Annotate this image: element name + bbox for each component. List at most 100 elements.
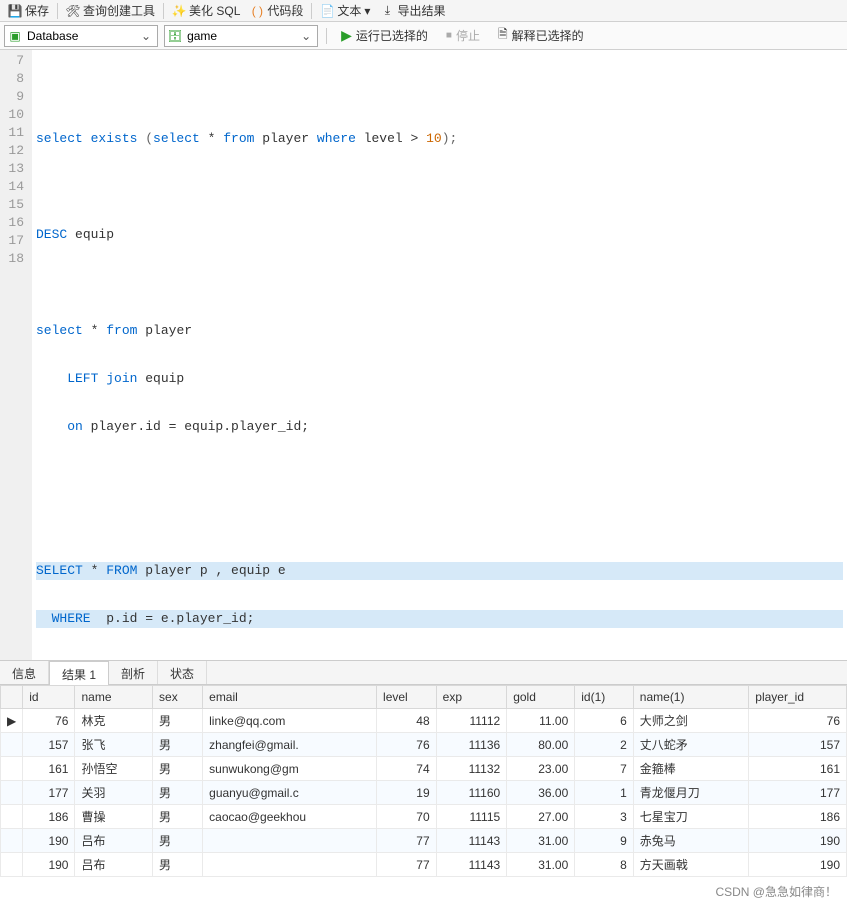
table-row[interactable]: 157张飞男zhangfei@gmail.761113680.002丈八蛇矛15… <box>1 733 847 757</box>
snippet-button[interactable]: ( ) 代码段 <box>246 0 307 21</box>
schema-dropdown[interactable]: 🗄 ⌄ <box>164 25 318 47</box>
cell-id[interactable]: 161 <box>23 757 75 781</box>
col-exp[interactable]: exp <box>436 686 507 709</box>
export-button[interactable]: ⤓ 导出结果 <box>376 0 449 21</box>
cell-level[interactable]: 48 <box>377 709 437 733</box>
cell-gold[interactable]: 31.00 <box>507 829 575 853</box>
cell-level[interactable]: 74 <box>377 757 437 781</box>
cell-player_id[interactable]: 186 <box>749 805 847 829</box>
col-gold[interactable]: gold <box>507 686 575 709</box>
cell-exp[interactable]: 11143 <box>436 829 507 853</box>
cell-id[interactable]: 186 <box>23 805 75 829</box>
save-button[interactable]: 💾 保存 <box>4 0 53 21</box>
cell-name[interactable]: 吕布 <box>75 829 153 853</box>
code-area[interactable]: select exists (select * from player wher… <box>32 50 847 660</box>
table-row[interactable]: 161孙悟空男sunwukong@gm741113223.007金箍棒161 <box>1 757 847 781</box>
result-grid[interactable]: idnamesexemaillevelexpgoldid(1)name(1)pl… <box>0 685 847 877</box>
cell-email[interactable]: sunwukong@gm <box>203 757 377 781</box>
tab-result1[interactable]: 结果 1 <box>49 661 109 685</box>
cell-player_id[interactable]: 76 <box>749 709 847 733</box>
col-level[interactable]: level <box>377 686 437 709</box>
cell-id(1)[interactable]: 9 <box>575 829 634 853</box>
cell-id(1)[interactable]: 2 <box>575 733 634 757</box>
cell-player_id[interactable]: 161 <box>749 757 847 781</box>
cell-name(1)[interactable]: 丈八蛇矛 <box>633 733 749 757</box>
cell-name[interactable]: 曹操 <box>75 805 153 829</box>
cell-sex[interactable]: 男 <box>153 781 203 805</box>
cell-sex[interactable]: 男 <box>153 805 203 829</box>
cell-exp[interactable]: 11160 <box>436 781 507 805</box>
cell-exp[interactable]: 11136 <box>436 733 507 757</box>
schema-field[interactable] <box>187 29 297 43</box>
cell-name(1)[interactable]: 赤兔马 <box>633 829 749 853</box>
cell-id[interactable]: 76 <box>23 709 75 733</box>
col-id[interactable]: id <box>23 686 75 709</box>
cell-name(1)[interactable]: 大师之剑 <box>633 709 749 733</box>
cell-sex[interactable]: 男 <box>153 853 203 877</box>
cell-email[interactable]: caocao@geekhou <box>203 805 377 829</box>
col-player_id[interactable]: player_id <box>749 686 847 709</box>
cell-email[interactable]: guanyu@gmail.c <box>203 781 377 805</box>
cell-email[interactable] <box>203 829 377 853</box>
cell-id[interactable]: 177 <box>23 781 75 805</box>
tab-status[interactable]: 状态 <box>158 661 207 684</box>
col-name[interactable]: name <box>75 686 153 709</box>
cell-id(1)[interactable]: 3 <box>575 805 634 829</box>
cell-name[interactable]: 张飞 <box>75 733 153 757</box>
beautify-button[interactable]: ✨ 美化 SQL <box>168 0 244 21</box>
cell-level[interactable]: 70 <box>377 805 437 829</box>
cell-gold[interactable]: 23.00 <box>507 757 575 781</box>
cell-id(1)[interactable]: 8 <box>575 853 634 877</box>
cell-gold[interactable]: 31.00 <box>507 853 575 877</box>
cell-id[interactable]: 190 <box>23 829 75 853</box>
database-dropdown[interactable]: ▣ ⌄ <box>4 25 158 47</box>
cell-level[interactable]: 19 <box>377 781 437 805</box>
cell-name(1)[interactable]: 金箍棒 <box>633 757 749 781</box>
cell-name[interactable]: 关羽 <box>75 781 153 805</box>
table-row[interactable]: 177关羽男guanyu@gmail.c191116036.001青龙偃月刀17… <box>1 781 847 805</box>
text-button[interactable]: 📄 文本 ▾ <box>316 0 374 21</box>
database-field[interactable] <box>27 29 137 43</box>
cell-exp[interactable]: 11143 <box>436 853 507 877</box>
cell-name(1)[interactable]: 七星宝刀 <box>633 805 749 829</box>
table-row[interactable]: 186曹操男caocao@geekhou701111527.003七星宝刀186 <box>1 805 847 829</box>
sql-editor[interactable]: 789 101112 131415 161718 select exists (… <box>0 50 847 661</box>
cell-name(1)[interactable]: 青龙偃月刀 <box>633 781 749 805</box>
cell-gold[interactable]: 11.00 <box>507 709 575 733</box>
cell-id(1)[interactable]: 1 <box>575 781 634 805</box>
cell-name[interactable]: 孙悟空 <box>75 757 153 781</box>
cell-sex[interactable]: 男 <box>153 733 203 757</box>
cell-id[interactable]: 190 <box>23 853 75 877</box>
col-email[interactable]: email <box>203 686 377 709</box>
cell-exp[interactable]: 11115 <box>436 805 507 829</box>
cell-email[interactable] <box>203 853 377 877</box>
cell-id(1)[interactable]: 7 <box>575 757 634 781</box>
table-row[interactable]: 190吕布男771114331.009赤兔马190 <box>1 829 847 853</box>
cell-name(1)[interactable]: 方天画戟 <box>633 853 749 877</box>
cell-level[interactable]: 76 <box>377 733 437 757</box>
col-name(1)[interactable]: name(1) <box>633 686 749 709</box>
cell-sex[interactable]: 男 <box>153 757 203 781</box>
col-id(1)[interactable]: id(1) <box>575 686 634 709</box>
cell-name[interactable]: 林克 <box>75 709 153 733</box>
query-builder-button[interactable]: 🛠 查询创建工具 <box>62 0 159 21</box>
tab-profile[interactable]: 剖析 <box>109 661 158 684</box>
cell-gold[interactable]: 27.00 <box>507 805 575 829</box>
cell-player_id[interactable]: 190 <box>749 853 847 877</box>
cell-email[interactable]: zhangfei@gmail. <box>203 733 377 757</box>
cell-exp[interactable]: 11112 <box>436 709 507 733</box>
table-row[interactable]: ▶76林克男linke@qq.com481111211.006大师之剑76 <box>1 709 847 733</box>
col-sex[interactable]: sex <box>153 686 203 709</box>
cell-exp[interactable]: 11132 <box>436 757 507 781</box>
cell-player_id[interactable]: 177 <box>749 781 847 805</box>
cell-gold[interactable]: 80.00 <box>507 733 575 757</box>
cell-player_id[interactable]: 157 <box>749 733 847 757</box>
cell-level[interactable]: 77 <box>377 853 437 877</box>
cell-sex[interactable]: 男 <box>153 709 203 733</box>
cell-gold[interactable]: 36.00 <box>507 781 575 805</box>
explain-button[interactable]: 🗎 解释已选择的 <box>492 23 590 48</box>
cell-id[interactable]: 157 <box>23 733 75 757</box>
cell-id(1)[interactable]: 6 <box>575 709 634 733</box>
table-row[interactable]: 190吕布男771114331.008方天画戟190 <box>1 853 847 877</box>
cell-player_id[interactable]: 190 <box>749 829 847 853</box>
